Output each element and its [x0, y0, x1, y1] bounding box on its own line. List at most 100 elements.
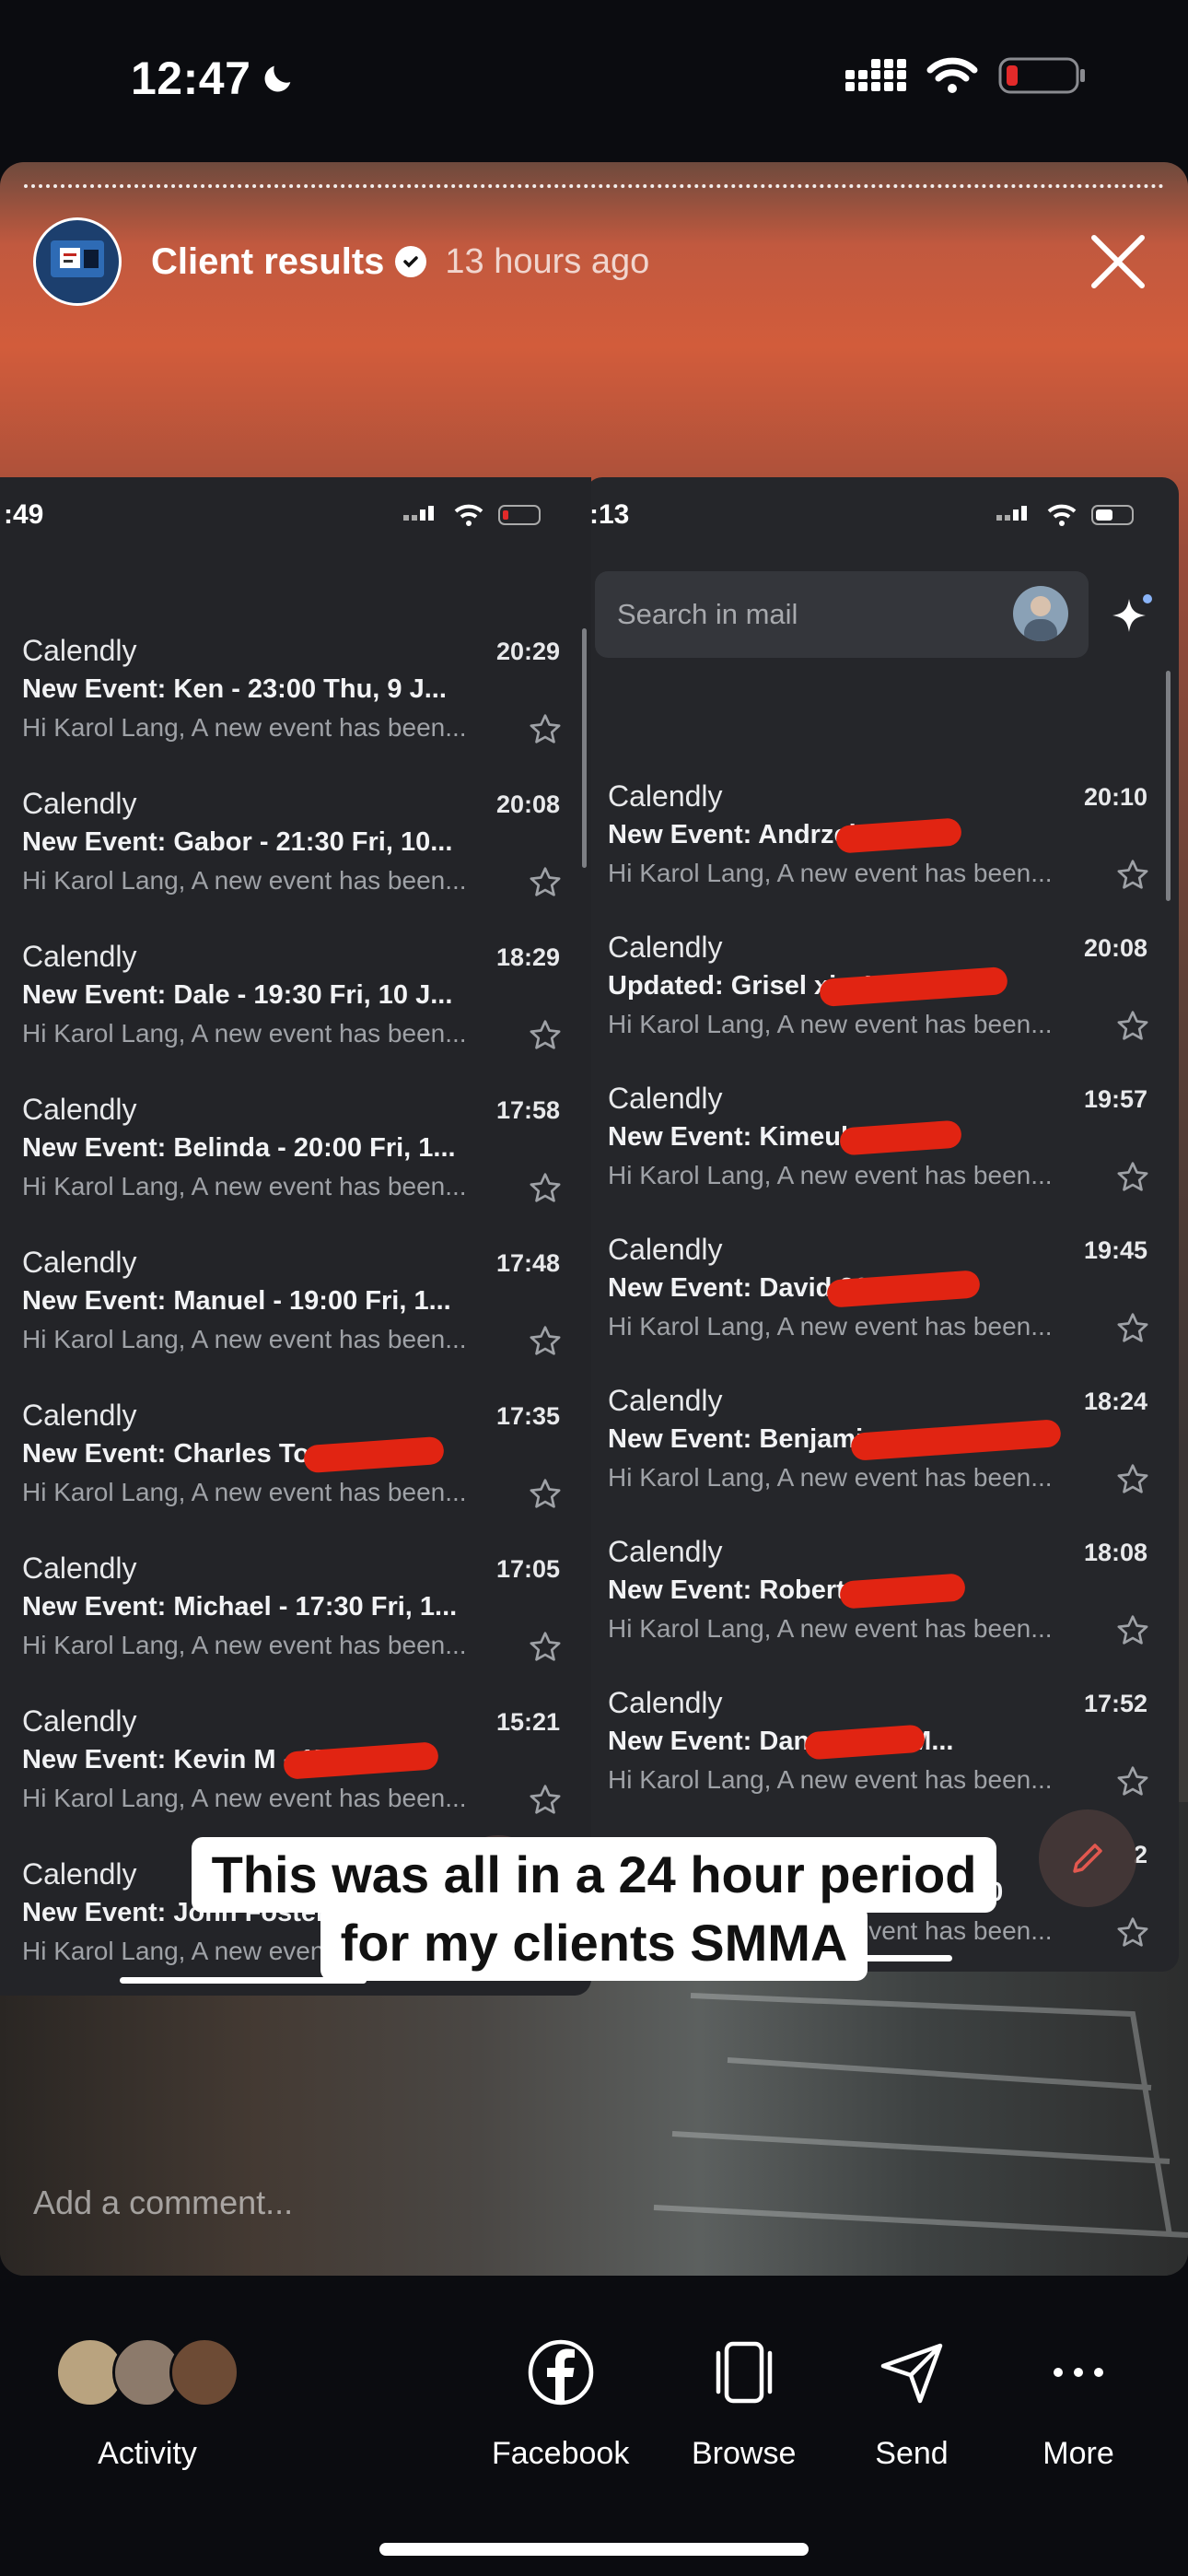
email-preview: Hi Karol Lang, A new event has been... [22, 1784, 467, 1812]
account-avatar[interactable] [1013, 586, 1068, 641]
more-button[interactable]: More [1037, 2331, 1120, 2472]
gemini-sparkle-icon[interactable] [1109, 591, 1155, 638]
star-icon[interactable] [527, 1476, 564, 1513]
right-status-icons [996, 503, 1138, 527]
story-title[interactable]: Client results [151, 241, 384, 283]
email-preview: Hi Karol Lang, A new event has been... [22, 1019, 467, 1048]
browse-button[interactable]: Browse [692, 2331, 796, 2472]
story-caption-line-2: for my clients SMMA [0, 1905, 1188, 1981]
email-row[interactable]: Calendly 18:08 New Event: Robert - 21:0...… [586, 1518, 1179, 1671]
star-icon[interactable] [527, 1629, 564, 1666]
star-icon[interactable] [527, 1323, 564, 1360]
search-in-mail-bar[interactable]: Search in mail [595, 571, 1089, 658]
more-dots-icon [1054, 2368, 1103, 2377]
left-status-time: :49 [4, 499, 44, 530]
email-preview: Hi Karol Lang, A new event has been... [608, 1161, 1053, 1189]
status-icons [845, 55, 1087, 96]
status-bar: 12:47 [0, 0, 1188, 161]
star-icon[interactable] [1114, 1159, 1151, 1196]
email-row[interactable]: Calendly 20:08 Updated: Grisel xi - 19:...… [586, 914, 1179, 1067]
activity-button[interactable]: Activity [55, 2331, 239, 2472]
email-preview: Hi Karol Lang, A new event has been... [608, 1614, 1053, 1643]
email-row[interactable]: Calendly 18:24 New Event: Benjamin ... Hi K… [586, 1367, 1179, 1520]
left-inbox-screenshot: :49 Calendly 20:29 New Event: Ken - 23:00 … [0, 477, 591, 1996]
story-time-ago: 13 hours ago [445, 241, 650, 281]
email-subject: New Event: Dale - 19:30 Fri, 10 J... [22, 980, 453, 1010]
bottom-action-bar: Activity Facebook Browse Send More [0, 2276, 1188, 2576]
email-row[interactable]: Calendly 19:45 New Event: David 20:... Hi K… [586, 1216, 1179, 1369]
activity-label: Activity [98, 2436, 197, 2471]
email-sender: Calendly [22, 940, 137, 973]
send-button[interactable]: Send [870, 2331, 953, 2472]
email-row[interactable]: Calendly 20:10 New Event: Andrzej - 20:0..… [586, 763, 1179, 916]
activity-avatars [55, 2331, 239, 2414]
more-label: More [1042, 2436, 1114, 2471]
email-sender: Calendly [22, 787, 137, 820]
email-sender: Calendly [22, 1704, 137, 1738]
email-row[interactable]: Calendly 20:08 New Event: Gabor - 21:30 Fr… [0, 770, 591, 923]
email-sender: Calendly [608, 1082, 723, 1115]
star-icon[interactable] [527, 711, 564, 748]
email-row[interactable]: Calendly 20:29 New Event: Ken - 23:00 Thu,… [0, 617, 591, 770]
status-clock: 12:47 [131, 52, 297, 105]
email-row[interactable]: Calendly 17:35 New Event: Charles To o - 1… [0, 1382, 591, 1535]
email-subject: New Event: Michael - 17:30 Fri, 1... [22, 1592, 458, 1622]
email-time: 17:35 [495, 1402, 560, 1430]
email-preview: Hi Karol Lang, A new event has been... [22, 1478, 467, 1506]
email-row[interactable]: Calendly 17:48 New Event: Manuel - 19:00 F… [0, 1229, 591, 1382]
star-icon[interactable] [527, 1170, 564, 1207]
avatar-thumbnail-icon [51, 240, 104, 277]
facebook-button[interactable]: Facebook [492, 2331, 629, 2472]
email-preview: Hi Karol Lang, A new event has been... [608, 1312, 1053, 1341]
star-icon[interactable] [1114, 1461, 1151, 1498]
star-icon[interactable] [1114, 1612, 1151, 1649]
email-time: 15:21 [495, 1708, 560, 1736]
email-row[interactable]: Calendly 17:58 New Event: Belinda - 20:00 … [0, 1076, 591, 1229]
email-time: 18:29 [495, 943, 560, 971]
status-time: 12:47 [131, 53, 251, 104]
email-preview: Hi Karol Lang, A new event has been... [608, 1765, 1053, 1794]
star-icon[interactable] [527, 864, 564, 901]
email-time: 18:08 [1083, 1539, 1147, 1566]
email-row[interactable]: Calendly 15:21 New Event: Kevin M - 17:...… [0, 1688, 591, 1841]
wifi-icon [1047, 504, 1077, 526]
email-preview: Hi Karol Lang, A new event has been... [22, 1172, 467, 1200]
wifi-icon [926, 57, 978, 93]
email-row[interactable]: Calendly 19:57 New Event: Kimeul - 19:3...… [586, 1065, 1179, 1218]
email-preview: Hi Karol Lang, A new event has been... [22, 713, 467, 742]
email-sender: Calendly [608, 931, 723, 964]
email-preview: Hi Karol Lang, A new event has been... [608, 859, 1053, 887]
cellular-signal-icon [403, 506, 434, 521]
star-icon[interactable] [1114, 1008, 1151, 1045]
email-time: 20:08 [495, 790, 560, 818]
star-icon[interactable] [1114, 857, 1151, 894]
email-subject: New Event: Gabor - 21:30 Fri, 10... [22, 827, 453, 857]
viewer-avatar [169, 2337, 239, 2407]
email-sender: Calendly [22, 1093, 137, 1126]
email-preview: Hi Karol Lang, A new event has been... [22, 866, 467, 895]
close-button[interactable] [1079, 223, 1157, 300]
star-icon[interactable] [1114, 1310, 1151, 1347]
story-card[interactable]: Client results 13 hours ago :13 Search i… [0, 162, 1188, 2276]
email-time: 20:29 [495, 638, 560, 665]
email-sender: Calendly [608, 1686, 723, 1719]
story-caption-line-1: This was all in a 24 hour period [0, 1837, 1188, 1913]
email-subject: New Event: Ken - 23:00 Thu, 9 J... [22, 674, 447, 704]
battery-icon [498, 505, 541, 525]
email-row[interactable]: Calendly 17:05 New Event: Michael - 17:30 … [0, 1535, 591, 1688]
send-icon [880, 2343, 943, 2404]
email-subject: New Event: Belinda - 20:00 Fri, 1... [22, 1133, 456, 1163]
email-time: 17:58 [495, 1096, 560, 1124]
email-time: 20:10 [1083, 783, 1147, 811]
star-icon[interactable] [1114, 1763, 1151, 1800]
star-icon[interactable] [527, 1017, 564, 1054]
story-progress-bar [24, 184, 1164, 189]
email-row[interactable]: Calendly 18:29 New Event: Dale - 19:30 Fri… [0, 923, 591, 1076]
story-avatar[interactable] [33, 217, 122, 306]
battery-icon [998, 57, 1085, 94]
email-preview: Hi Karol Lang, A new event has been... [22, 1631, 467, 1659]
send-label: Send [875, 2436, 949, 2471]
email-row[interactable]: Calendly 17:52 New Event: Dan - 17:00 M...… [586, 1669, 1179, 1822]
add-comment-input[interactable]: Add a comment... [33, 2184, 293, 2222]
star-icon[interactable] [527, 1782, 564, 1819]
